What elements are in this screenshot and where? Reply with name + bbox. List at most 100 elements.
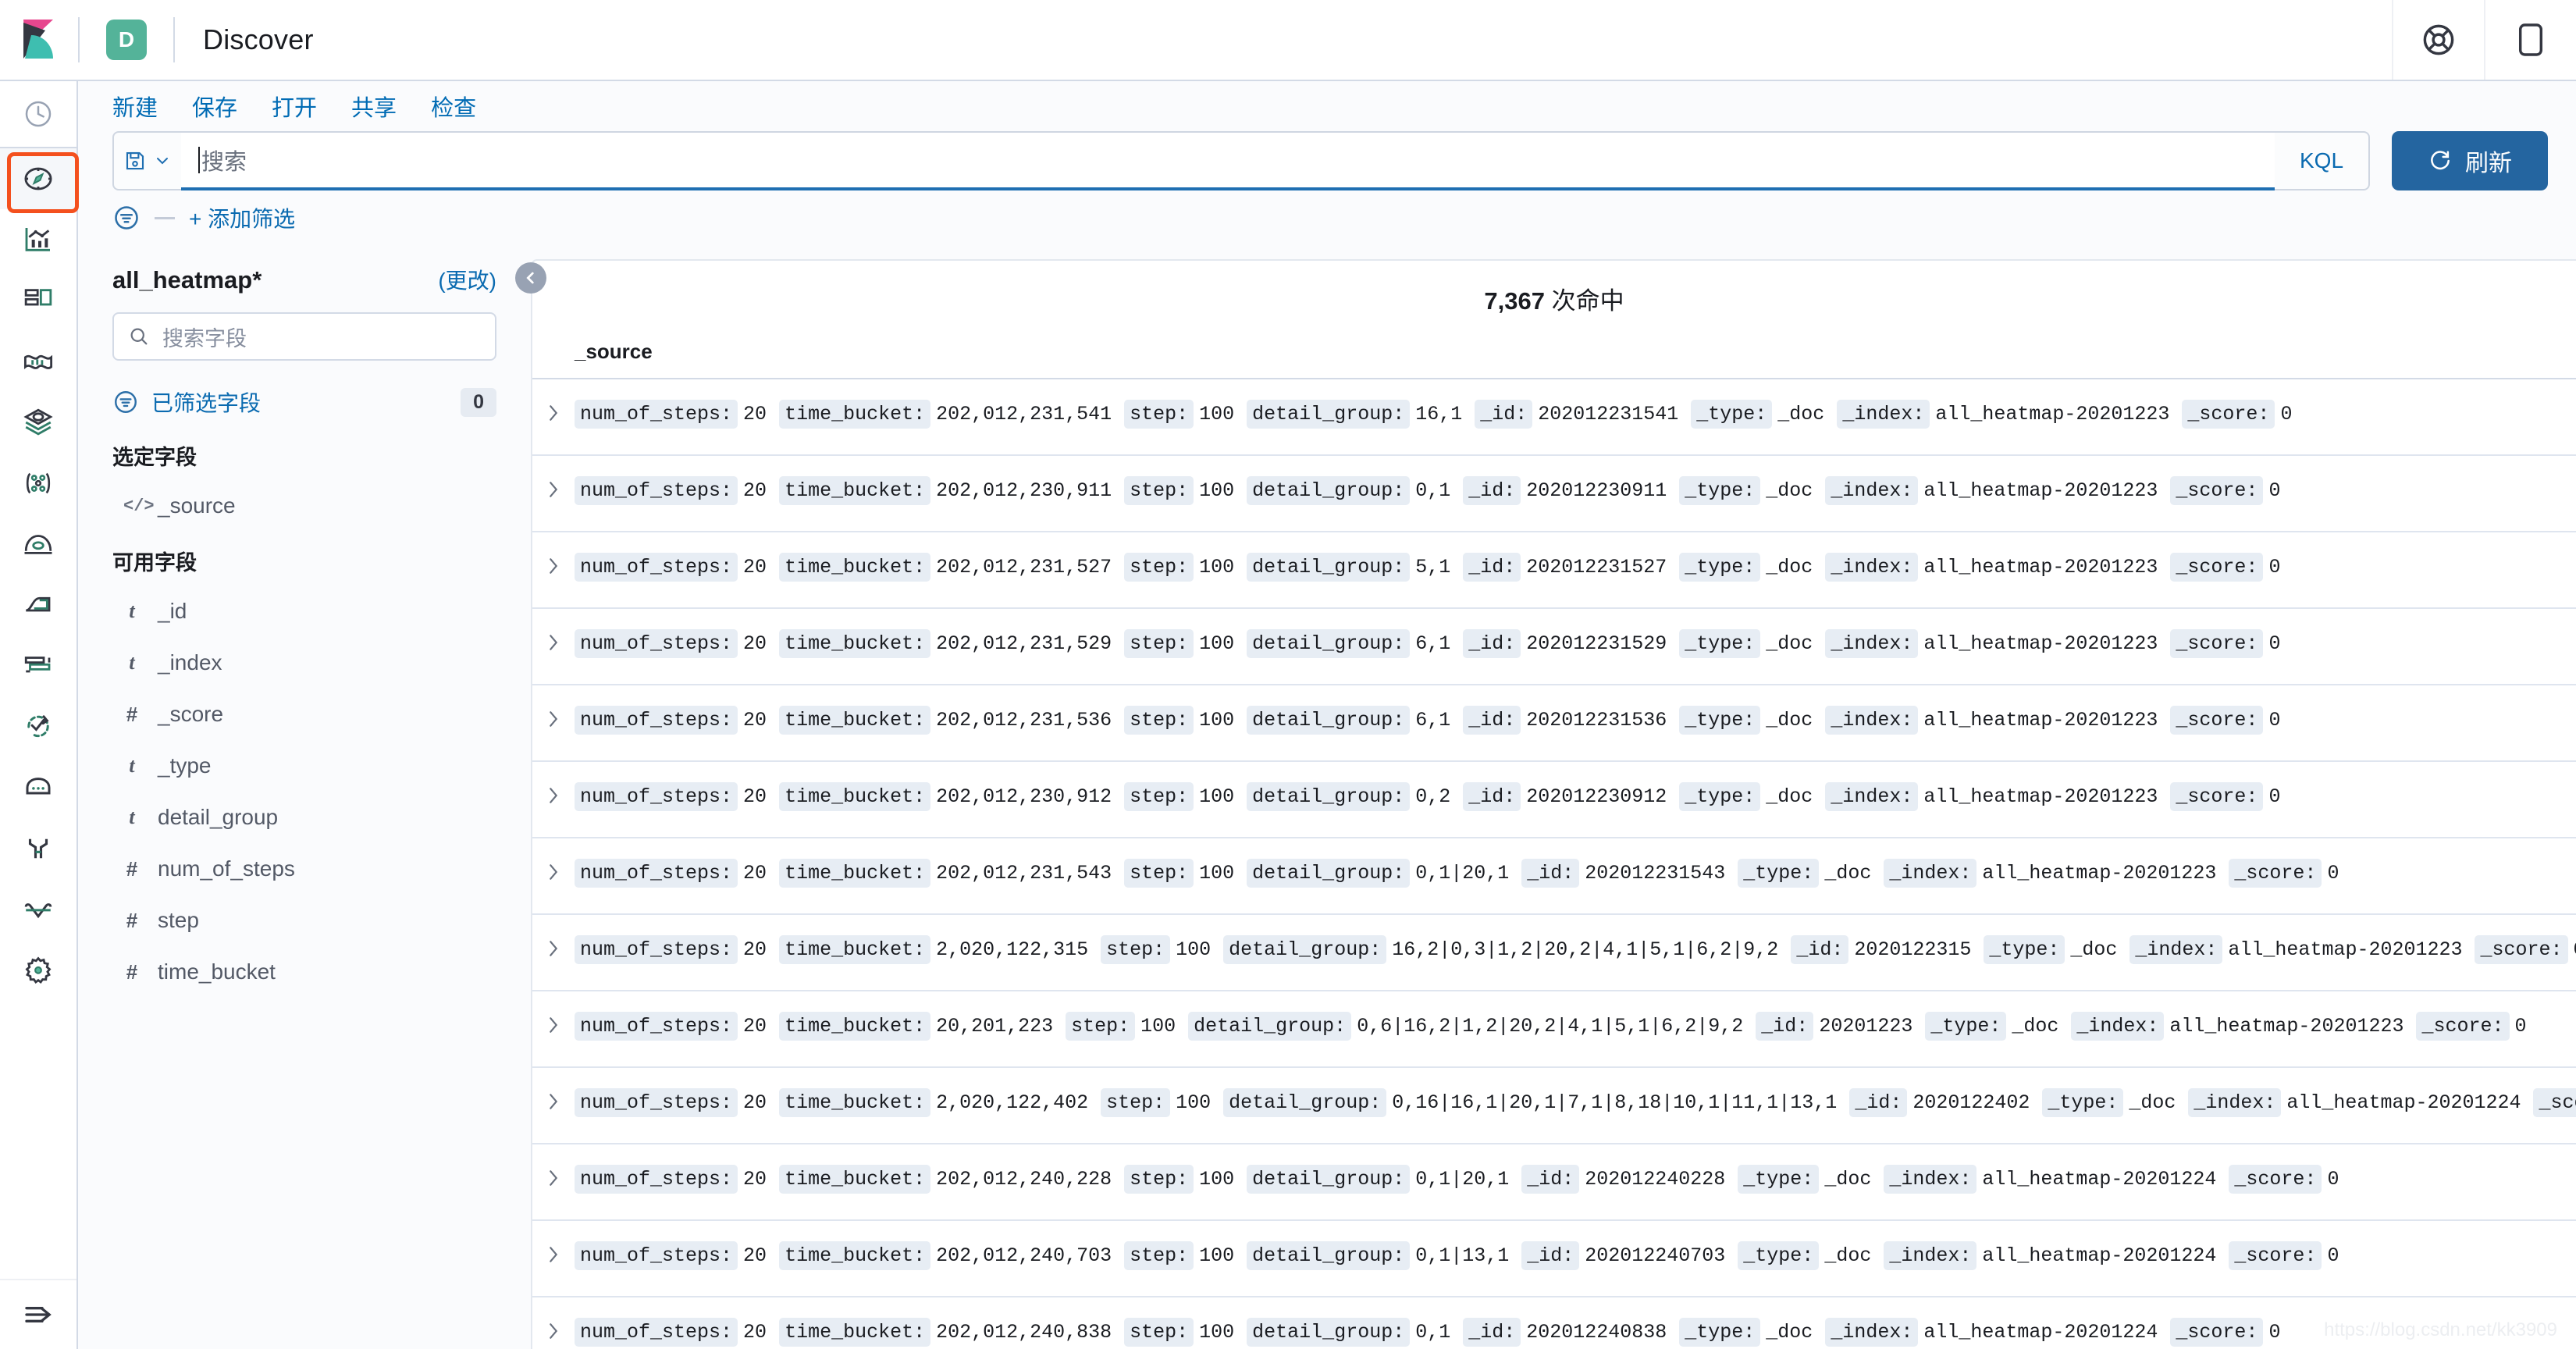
menu-item-share[interactable]: 共享 [351, 90, 397, 123]
expand-row-button[interactable] [532, 915, 575, 960]
help-button[interactable] [2392, 0, 2484, 80]
table-row[interactable]: num_of_steps: 20 time_bucket: 202,012,231,5… [532, 838, 2576, 915]
sidebar-item-machine-learning[interactable] [0, 453, 76, 514]
table-row[interactable]: num_of_steps: 20 time_bucket: 202,012,240,2… [532, 1144, 2576, 1221]
sidebar-item-uptime[interactable] [0, 696, 76, 757]
field-search-input[interactable]: 搜索字段 [112, 312, 496, 361]
sidebar-item-canvas[interactable] [0, 331, 76, 392]
expand-row-button[interactable] [532, 991, 575, 1037]
field-value: 202012231527 [1526, 556, 1667, 578]
field-value: 202,012,240,228 [936, 1168, 1112, 1191]
field-key: _id: [1756, 1012, 1814, 1041]
field-item-_id[interactable]: t _id [112, 586, 496, 637]
field-key: num_of_steps: [575, 782, 738, 811]
field-key: _index: [1825, 706, 1919, 735]
sidebar-item-infrastructure[interactable] [0, 514, 76, 575]
filter-funnel-icon[interactable] [112, 204, 141, 232]
add-filter-button[interactable]: + 添加筛选 [189, 202, 295, 233]
user-avatar-icon [2516, 22, 2546, 58]
field-item-_index[interactable]: t _index [112, 637, 496, 689]
sidebar-item-dashboard[interactable] [0, 270, 76, 331]
sidebar-item-logs[interactable] [0, 575, 76, 635]
field-value: 20 [743, 1091, 767, 1114]
field-item-time_bucket[interactable]: # time_bucket [112, 946, 496, 998]
field-key: step: [1124, 706, 1194, 735]
expand-row-button[interactable] [532, 1144, 575, 1190]
field-value: all_heatmap-20201223 [2228, 938, 2463, 961]
field-key: _score: [2170, 1318, 2264, 1347]
visualize-chart-icon [23, 224, 54, 255]
sidebar-item-visualize[interactable] [0, 209, 76, 270]
table-row[interactable]: num_of_steps: 20 time_bucket: 202,012,231,5… [532, 379, 2576, 456]
field-key: detail_group: [1247, 859, 1411, 888]
table-row[interactable]: num_of_steps: 20 time_bucket: 202,012,230,9… [532, 456, 2576, 532]
field-value: 5,1 [1415, 556, 1451, 578]
field-key: _type: [1679, 1318, 1761, 1347]
sidebar-item-security[interactable] [0, 757, 76, 818]
menu-item-inspect[interactable]: 检查 [431, 90, 476, 123]
field-item-source[interactable]: </> _source [112, 480, 496, 532]
field-item-detail_group[interactable]: t detail_group [112, 792, 496, 843]
table-row[interactable]: num_of_steps: 20 time_bucket: 20,201,223 ste… [532, 991, 2576, 1068]
sidebar-item-apm[interactable] [0, 635, 76, 696]
field-item-_score[interactable]: # _score [112, 689, 496, 740]
field-key: num_of_steps: [575, 1012, 738, 1041]
field-key: time_bucket: [779, 629, 931, 658]
sidebar-item-recently-viewed[interactable] [0, 81, 76, 147]
table-row[interactable]: num_of_steps: 20 time_bucket: 2,020,122,315… [532, 915, 2576, 991]
field-key: _score: [2182, 400, 2275, 429]
filtered-fields-toggle[interactable]: 已筛选字段 0 [112, 378, 496, 426]
expand-row-button[interactable] [532, 838, 575, 884]
field-value: _doc [1766, 632, 1813, 655]
expand-row-button[interactable] [532, 1221, 575, 1266]
query-language-switcher[interactable]: KQL [2275, 131, 2370, 190]
field-name-label: _id [158, 599, 187, 623]
field-key: _score: [2416, 1012, 2510, 1041]
expand-row-button[interactable] [532, 532, 575, 578]
expand-row-button[interactable] [532, 1297, 575, 1343]
sidebar-item-maps[interactable] [0, 392, 76, 453]
field-item-_type[interactable]: t _type [112, 740, 496, 792]
documents-column-header[interactable]: _source [532, 329, 2576, 379]
table-row[interactable]: num_of_steps: 20 time_bucket: 2,020,122,402… [532, 1068, 2576, 1144]
field-key: _type: [1679, 782, 1761, 811]
saved-query-button[interactable] [112, 131, 181, 190]
field-value: 0,1 [1415, 479, 1451, 502]
table-row[interactable]: num_of_steps: 20 time_bucket: 202,012,230,9… [532, 762, 2576, 838]
change-index-pattern-link[interactable]: (更改) [438, 264, 496, 295]
field-key: num_of_steps: [575, 935, 738, 964]
expand-row-button[interactable] [532, 685, 575, 731]
field-value: 100 [1176, 1091, 1212, 1114]
field-item-num_of_steps[interactable]: # num_of_steps [112, 843, 496, 895]
table-row[interactable]: num_of_steps: 20 time_bucket: 202,012,231,5… [532, 532, 2576, 609]
account-button[interactable] [2484, 0, 2576, 80]
expand-row-button[interactable] [532, 456, 575, 501]
expand-row-button[interactable] [532, 762, 575, 807]
table-row[interactable]: num_of_steps: 20 time_bucket: 202,012,231,5… [532, 685, 2576, 762]
menu-item-open[interactable]: 打开 [272, 90, 317, 123]
sidebar-item-dev-tools[interactable] [0, 818, 76, 879]
sidebar-item-management[interactable] [0, 940, 76, 1001]
sidebar-item-discover[interactable] [0, 148, 79, 213]
primary-navigation-rail [0, 81, 79, 1349]
collapse-sidebar-button[interactable] [515, 262, 546, 294]
expand-row-button[interactable] [532, 379, 575, 425]
index-pattern-name[interactable]: all_heatmap* [112, 266, 262, 294]
table-row[interactable]: num_of_steps: 20 time_bucket: 202,012,240,7… [532, 1221, 2576, 1297]
field-key: step: [1124, 400, 1194, 429]
menu-item-save[interactable]: 保存 [192, 90, 237, 123]
chevron-right-icon [545, 1090, 562, 1113]
expand-row-button[interactable] [532, 609, 575, 654]
field-key: _id: [1475, 400, 1533, 429]
table-row[interactable]: num_of_steps: 20 time_bucket: 202,012,231,5… [532, 609, 2576, 685]
sidebar-item-monitoring[interactable] [0, 879, 76, 940]
search-input[interactable]: 搜索 [181, 131, 2275, 190]
refresh-button[interactable]: 刷新 [2392, 131, 2548, 190]
menu-item-new[interactable]: 新建 [112, 90, 158, 123]
chevron-right-icon [545, 401, 562, 425]
table-row[interactable]: num_of_steps: 20 time_bucket: 202,012,240,8… [532, 1297, 2576, 1349]
kibana-logo-icon[interactable] [0, 0, 78, 80]
dock-navigation-button[interactable] [0, 1279, 76, 1349]
expand-row-button[interactable] [532, 1068, 575, 1113]
field-item-step[interactable]: # step [112, 895, 496, 946]
